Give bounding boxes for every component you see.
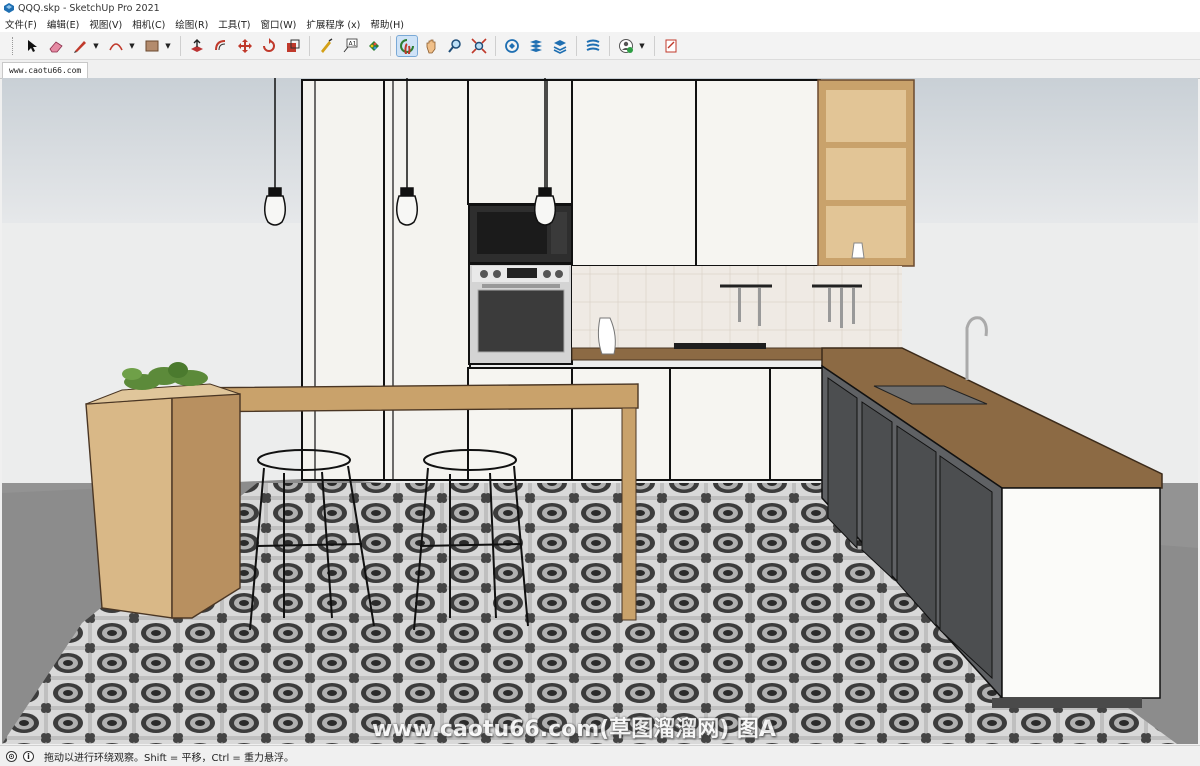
menu-edit[interactable]: 编辑(E) <box>42 17 84 31</box>
toolbar-separator <box>390 35 391 56</box>
shapes-dropdown-arrow[interactable]: ▼ <box>164 36 172 56</box>
sandbox-tool-button[interactable] <box>661 36 681 56</box>
watermark-text: www.caotu66.com(草图溜溜网) 图A <box>372 717 776 742</box>
user-profile-icon <box>619 38 633 53</box>
model-viewport[interactable] <box>2 78 1198 744</box>
toolbar-separator <box>576 35 577 56</box>
orbit-icon <box>400 38 414 54</box>
paint-bucket-tool-button[interactable] <box>364 36 384 56</box>
rectangle-icon <box>145 40 159 51</box>
menu-draw[interactable]: 绘图(R) <box>170 17 213 31</box>
toolbar-separator <box>495 35 496 56</box>
kitchen-model-render <box>2 78 1198 744</box>
layout-tool-button[interactable] <box>550 36 570 56</box>
menu-extensions[interactable]: 扩展程序 (x) <box>301 17 365 31</box>
push-pull-icon <box>191 38 203 52</box>
3d-warehouse-tool-button[interactable] <box>502 36 522 56</box>
info-icon[interactable]: i <box>23 750 34 762</box>
eraser-tool-button[interactable] <box>46 36 66 56</box>
menu-tools[interactable]: 工具(T) <box>213 17 255 31</box>
line-tool-button[interactable] <box>70 36 90 56</box>
menu-bar: 文件(F) 编辑(E) 视图(V) 相机(C) 绘图(R) 工具(T) 窗口(W… <box>0 16 1200 32</box>
zoom-extents-tool-button[interactable] <box>469 36 489 56</box>
extension-warehouse-tool-button[interactable] <box>526 36 546 56</box>
layout-icon <box>553 39 567 54</box>
title-bar: QQQ.skp - SketchUp Pro 2021 <box>0 0 1200 16</box>
toolbar-separator <box>180 35 181 56</box>
menu-window[interactable]: 窗口(W) <box>256 17 302 31</box>
profile-tool-button[interactable] <box>616 36 636 56</box>
orbit-tool-button[interactable] <box>396 34 418 57</box>
arc-dropdown-arrow[interactable]: ▼ <box>128 36 136 56</box>
warehouse-icon <box>505 38 519 53</box>
arc-tool-button[interactable] <box>106 36 126 56</box>
toolbar-grip[interactable] <box>12 36 16 55</box>
extension-manager-tool-button[interactable] <box>583 36 603 56</box>
pan-tool-button[interactable] <box>421 36 441 56</box>
notebook-icon <box>665 39 677 52</box>
scale-tool-button[interactable] <box>283 36 303 56</box>
text-icon: A1 <box>343 38 358 52</box>
main-toolbar: ▼ ▼ ▼ A1 ▼ <box>0 32 1200 60</box>
toolbar-separator <box>654 35 655 56</box>
arrow-icon <box>28 39 37 52</box>
eraser-icon <box>49 40 63 52</box>
zoom-tool-button[interactable] <box>445 36 465 56</box>
menu-view[interactable]: 视图(V) <box>84 17 127 31</box>
menu-help[interactable]: 帮助(H) <box>365 17 409 31</box>
profile-dropdown-arrow[interactable]: ▼ <box>638 36 646 56</box>
zoom-extents-icon <box>471 37 487 54</box>
scale-icon <box>287 39 300 52</box>
geo-location-icon[interactable]: ⊙ <box>6 750 17 762</box>
status-message: 拖动以进行环绕观察。Shift = 平移，Ctrl = 重力悬浮。 <box>44 752 294 764</box>
shapes-tool-button[interactable] <box>142 36 162 56</box>
tape-measure-icon <box>321 37 333 53</box>
toolbar-separator <box>309 35 310 56</box>
menu-file[interactable]: 文件(F) <box>0 17 42 31</box>
extension-warehouse-icon <box>530 39 542 52</box>
move-icon <box>238 38 252 53</box>
rotate-icon <box>263 37 275 52</box>
menu-camera[interactable]: 相机(C) <box>127 17 170 31</box>
line-dropdown-arrow[interactable]: ▼ <box>92 36 100 56</box>
toolbar-separator <box>609 35 610 56</box>
push-pull-tool-button[interactable] <box>187 36 207 56</box>
move-tool-button[interactable] <box>235 36 255 56</box>
offset-tool-button[interactable] <box>211 36 231 56</box>
paint-bucket-icon <box>369 40 379 51</box>
tape-measure-tool-button[interactable] <box>316 36 336 56</box>
magnifier-icon <box>448 38 461 53</box>
offset-icon <box>215 39 226 50</box>
text-tool-button[interactable]: A1 <box>340 36 360 56</box>
scene-tab[interactable]: www.caotu66.com <box>2 62 89 78</box>
select-tool-button[interactable] <box>22 36 42 56</box>
extension-manager-icon <box>586 39 600 51</box>
window-title: QQQ.skp - SketchUp Pro 2021 <box>18 2 160 14</box>
pencil-icon <box>74 40 86 53</box>
rotate-tool-button[interactable] <box>259 36 279 56</box>
arc-icon <box>109 42 123 50</box>
scene-tab-bar: www.caotu66.com <box>0 61 1200 79</box>
hand-icon <box>426 39 436 53</box>
svg-text:A1: A1 <box>349 40 357 47</box>
sketchup-logo-icon <box>4 3 14 13</box>
status-bar: ⊙ i 拖动以进行环绕观察。Shift = 平移，Ctrl = 重力悬浮。 <box>0 745 1200 766</box>
